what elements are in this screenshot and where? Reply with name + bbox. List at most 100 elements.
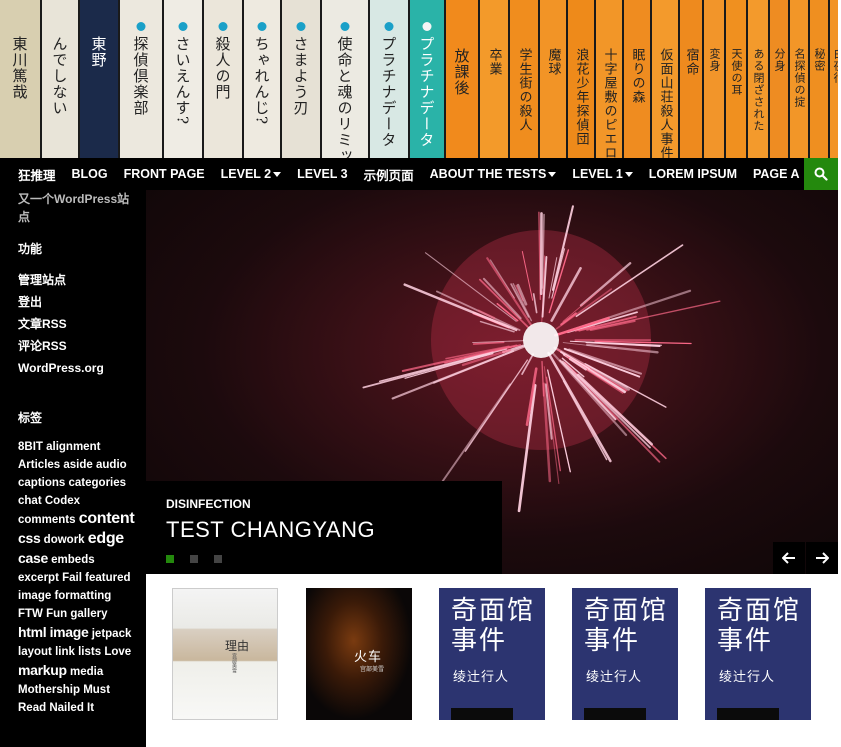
meta-link-wordpress-org[interactable]: WordPress.org <box>18 357 136 379</box>
cover-decoration <box>717 708 779 720</box>
tag-link[interactable]: aside <box>63 459 92 471</box>
tag-link[interactable]: layout <box>18 646 52 658</box>
nav-item[interactable]: FRONT PAGE <box>116 158 213 190</box>
tag-link[interactable]: categories <box>69 477 127 489</box>
cover-thumbnail-4[interactable]: 奇面馆 事件 绫辻行人 <box>572 588 678 720</box>
nav-item[interactable]: BLOG <box>64 158 116 190</box>
tag-link[interactable]: markup <box>18 662 67 678</box>
cover-title: 理由 <box>225 639 250 653</box>
cover-author: 绫辻行人 <box>453 670 510 685</box>
cover-author: 宫部美雪 <box>231 653 237 673</box>
meta-link-comments-rss[interactable]: 评论RSS <box>18 335 136 357</box>
book-spine-title: 探偵倶楽部 <box>131 36 150 116</box>
book-spine-title: 変身 <box>708 48 721 72</box>
cover-thumbnail-5[interactable]: 奇面馆 事件 绫辻行人 <box>705 588 811 720</box>
tag-link[interactable]: edge <box>88 530 124 547</box>
tag-link[interactable]: Fun <box>46 608 67 620</box>
tag-link[interactable]: content <box>79 510 135 527</box>
slider-dot-1[interactable] <box>166 555 174 563</box>
nav-item[interactable]: PAGE A <box>745 158 808 190</box>
cover-title: 奇面馆 事件 <box>717 596 802 656</box>
book-spine: 分身 <box>770 0 788 158</box>
tag-link[interactable]: chat <box>18 495 42 507</box>
search-button[interactable] <box>804 158 838 190</box>
book-spine: 秘密 <box>810 0 828 158</box>
book-spine-title: 十字屋敷のピエロ <box>601 48 617 158</box>
nav-item[interactable]: LEVEL 2 <box>213 158 289 190</box>
cover-thumbnail-1[interactable]: 理由 宫部美雪 <box>172 588 278 720</box>
book-spine: 天使の耳 <box>726 0 746 158</box>
meta-link-logout[interactable]: 登出 <box>18 291 136 313</box>
nav-item[interactable]: ABOUT THE TESTS <box>422 158 565 190</box>
cover-author: 绫辻行人 <box>586 670 643 685</box>
nav-item[interactable]: LOREM IPSUM <box>641 158 745 190</box>
nav-item[interactable]: 狂推理 <box>0 158 64 190</box>
nav-item[interactable]: LEVEL 3 <box>289 158 355 190</box>
nav-item[interactable]: LEVEL 1 <box>564 158 640 190</box>
slider-dot-3[interactable] <box>214 555 222 563</box>
tag-link[interactable]: lists <box>78 646 101 658</box>
nav-item-label: PAGE A <box>753 167 800 181</box>
meta-link-entries-rss[interactable]: 文章RSS <box>18 313 136 335</box>
cover-author: 绫辻行人 <box>719 670 776 685</box>
cover-decoration <box>451 708 513 720</box>
slide-caption: DISINFECTION TEST CHANGYANG <box>146 481 502 574</box>
book-spine-title: 使命と魂のリミット <box>335 36 354 158</box>
header-image[interactable]: 東川篤哉 んでしない 東野 探偵倶楽部 さいえんす? 殺人の門 ちゃれんじ? さまよう刃 使命と… <box>0 0 838 158</box>
nav-item-label: ABOUT THE TESTS <box>429 167 547 181</box>
book-spine-title: 東野 <box>89 36 108 68</box>
tag-link[interactable]: audio <box>96 459 127 471</box>
slide-category[interactable]: DISINFECTION <box>166 497 251 511</box>
featured-slider[interactable]: DISINFECTION TEST CHANGYANG <box>146 190 838 574</box>
tag-link[interactable]: gallery <box>70 608 107 620</box>
book-spine-title: 秘密 <box>813 48 826 72</box>
tag-link[interactable]: 8BIT <box>18 441 43 453</box>
meta-link-admin[interactable]: 管理站点 <box>18 269 136 291</box>
tag-link[interactable]: Nailed It <box>49 702 94 714</box>
book-spine-title: 分身 <box>773 48 786 72</box>
tag-link[interactable]: Fail <box>62 572 82 584</box>
tag-link[interactable]: jetpack <box>92 628 132 640</box>
book-spine-title: 眠りの森 <box>629 48 645 104</box>
book-spine: 仮面山荘殺人事件 <box>652 0 678 158</box>
tag-link[interactable]: captions <box>18 477 65 489</box>
book-spine: 白夜行 <box>830 0 838 158</box>
nav-item[interactable]: 示例页面 <box>356 158 422 190</box>
slider-dot-2[interactable] <box>190 555 198 563</box>
book-spine: 東川篤哉 <box>0 0 40 158</box>
book-spine: 名探偵の掟 <box>790 0 808 158</box>
tag-link[interactable]: html <box>18 624 47 640</box>
book-spine: プラチナデータ <box>370 0 408 158</box>
cover-title: 奇面馆 事件 <box>584 596 669 656</box>
tag-link[interactable]: embeds <box>51 554 94 566</box>
tag-link[interactable]: comments <box>18 514 76 526</box>
spine-dot-icon <box>296 22 306 31</box>
tag-link[interactable]: link <box>55 646 75 658</box>
book-spine: 眠りの森 <box>624 0 650 158</box>
book-spine-title: ある閉ざされた <box>752 48 765 132</box>
tag-link[interactable]: FTW <box>18 608 43 620</box>
book-spine: 探偵倶楽部 <box>120 0 162 158</box>
tag-link[interactable]: media <box>70 666 103 678</box>
slider-prev-button[interactable] <box>773 542 805 574</box>
tag-link[interactable]: alignment <box>46 441 100 453</box>
tag-link[interactable]: case <box>18 550 48 566</box>
slider-next-button[interactable] <box>806 542 838 574</box>
tag-link[interactable]: image <box>50 624 89 640</box>
cover-thumbnail-2[interactable]: 火车 宫部美雪 <box>306 588 412 720</box>
tag-link[interactable]: Love <box>104 646 131 658</box>
cover-thumbnail-3[interactable]: 奇面馆 事件 绫辻行人 <box>439 588 545 720</box>
meta-links: 管理站点 登出 文章RSS 评论RSS WordPress.org <box>18 269 136 379</box>
tag-link[interactable]: formatting <box>54 590 111 602</box>
book-spine-title: んでしない <box>50 36 69 116</box>
book-spine: 放課後 <box>446 0 478 158</box>
tag-link[interactable]: Codex <box>45 495 80 507</box>
tag-link[interactable]: Mothership <box>18 684 80 696</box>
book-spine: んでしない <box>42 0 78 158</box>
tag-link[interactable]: dowork <box>44 534 85 546</box>
search-icon <box>814 167 828 181</box>
tag-link[interactable]: css <box>18 530 41 546</box>
tag-link[interactable]: excerpt <box>18 572 59 584</box>
slide-title[interactable]: TEST CHANGYANG <box>166 517 375 543</box>
tag-link[interactable]: Articles <box>18 459 60 471</box>
